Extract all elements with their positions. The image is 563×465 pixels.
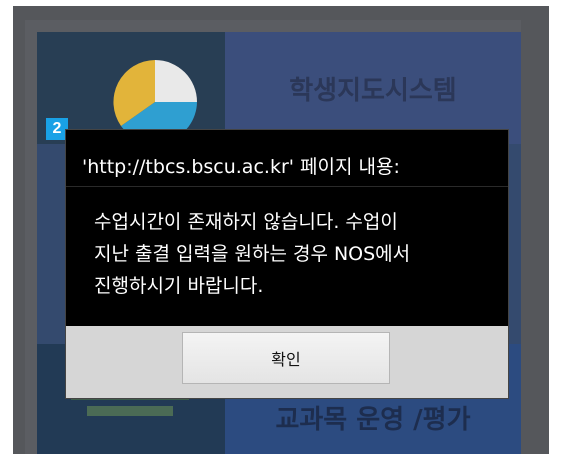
course-icon-base xyxy=(87,406,173,416)
student-guidance-title: 학생지도시스템 xyxy=(289,75,457,106)
course-operation-title: 교과목 운영 /평가 xyxy=(275,405,471,435)
dialog-divider xyxy=(66,186,508,187)
dialog-message-line: 진행하시기 바랍니다. xyxy=(94,275,264,297)
dialog-message-line: 수업시간이 존재하지 않습니다. 수업이 xyxy=(94,211,398,233)
dialog-footer: 확인 xyxy=(66,326,508,398)
dialog-message-line: 지난 출결 입력을 원하는 경우 NOS에서 xyxy=(94,243,411,265)
alert-dialog: 'http://tbcs.bscu.ac.kr' 페이지 내용: 수업시간이 존… xyxy=(65,129,509,399)
dialog-message: 수업시간이 존재하지 않습니다. 수업이 지난 출결 입력을 원하는 경우 NO… xyxy=(94,206,494,302)
student-guidance-tile[interactable]: 학생지도시스템 xyxy=(225,32,521,144)
dialog-title: 'http://tbcs.bscu.ac.kr' 페이지 내용: xyxy=(82,156,400,178)
ok-button[interactable]: 확인 xyxy=(182,332,390,384)
